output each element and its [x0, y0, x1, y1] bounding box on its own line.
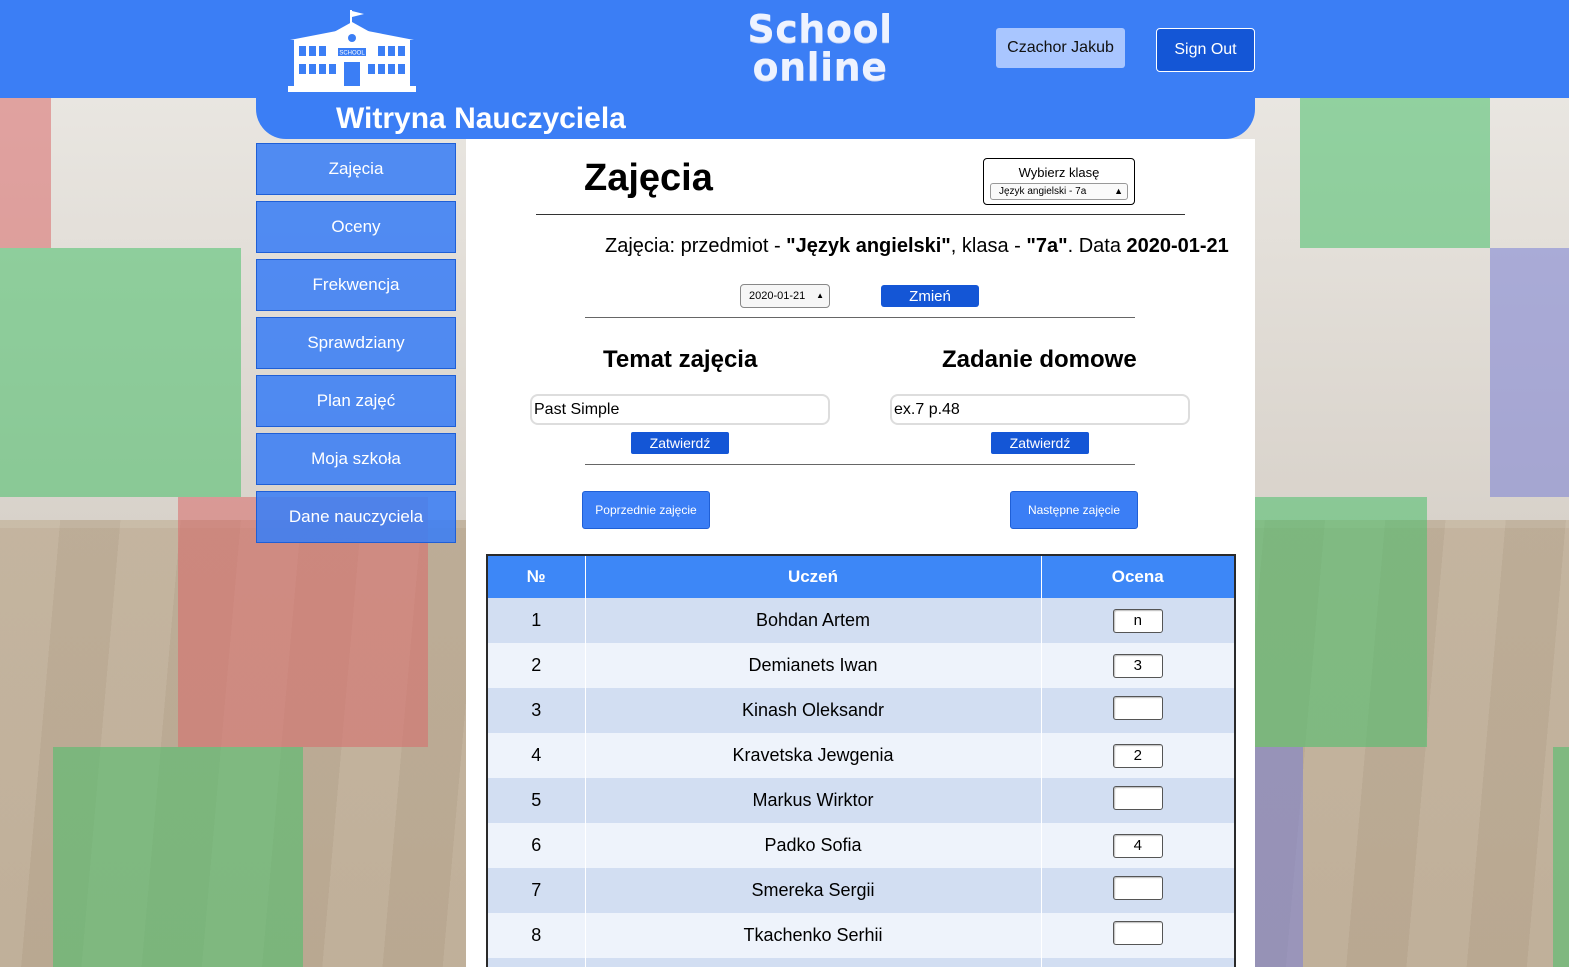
brand-line-1: School [747, 7, 893, 51]
bg-block [1255, 497, 1427, 747]
table-row: 6 Padko Sofia 4 [488, 823, 1234, 868]
row-number: 6 [488, 823, 586, 868]
class-picker: Wybierz klasę Język angielski - 7a ▲︎ [983, 158, 1135, 205]
row-number: 3 [488, 688, 586, 733]
info-date-prefix: . Data [1067, 235, 1127, 257]
row-number: 1 [488, 598, 586, 643]
select-arrows-icon: ▲︎ [816, 291, 824, 300]
grade-input[interactable] [1112, 696, 1163, 720]
row-number: 2 [488, 643, 586, 688]
bg-block [1300, 98, 1490, 248]
bg-block [0, 98, 51, 248]
date-select[interactable]: 2020-01-21 ▲︎ [740, 284, 830, 308]
sidebar-item-teacher-data[interactable]: Dane nauczyciela [256, 491, 456, 543]
main-panel: Zajęcia Wybierz klasę Język angielski - … [466, 139, 1255, 967]
student-name: Smereka Sergii [585, 868, 1042, 913]
bg-block [1553, 747, 1569, 967]
select-arrows-icon: ▲︎ [1114, 186, 1123, 196]
logo-text: SCHOOL [339, 51, 365, 57]
next-lesson-button[interactable]: Następne zajęcie [1010, 491, 1138, 529]
divider [585, 464, 1135, 465]
confirm-homework-button[interactable]: Zatwierdź [991, 432, 1089, 454]
grade-input[interactable]: n [1112, 608, 1163, 633]
class-select-value: Język angielski - 7a [999, 186, 1087, 197]
row-number: 8 [488, 913, 586, 958]
grade-input[interactable]: 4 [1112, 833, 1163, 858]
divider [536, 214, 1185, 215]
grade-input[interactable] [1112, 876, 1163, 900]
top-bar: SCHOOL School online Czachor Jakub Sign … [0, 0, 1569, 98]
row-number: 4 [488, 733, 586, 778]
column-header-number: № [488, 556, 586, 598]
sidebar-item-lessons[interactable]: Zajęcia [256, 143, 456, 195]
students-table: № Uczeń Ocena 1 Bohdan Artem n 2 Demiane… [486, 554, 1236, 967]
table-row: 7 Smereka Sergii [488, 868, 1234, 913]
info-prefix: Zajęcia: przedmiot - [605, 235, 787, 257]
table-row: 1 Bohdan Artem n [488, 598, 1234, 643]
user-name-button[interactable]: Czachor Jakub [996, 28, 1125, 68]
info-class: "7a" [1026, 235, 1068, 257]
grade-input[interactable]: 2 [1112, 743, 1163, 768]
student-name: Kravetska Jewgenia [585, 733, 1042, 778]
sidebar-item-tests[interactable]: Sprawdziany [256, 317, 456, 369]
bg-block [1490, 248, 1569, 497]
teacher-site-banner: Witryna Nauczyciela [256, 98, 1255, 139]
sidebar-item-grades[interactable]: Oceny [256, 201, 456, 253]
row-number: 5 [488, 778, 586, 823]
table-row: 4 Kravetska Jewgenia 2 [488, 733, 1234, 778]
info-subject: "Język angielski" [786, 235, 951, 257]
table-row: 5 Markus Wirktor [488, 778, 1234, 823]
student-name: Bohdan Artem [585, 598, 1042, 643]
student-name: Markus Wirktor [585, 778, 1042, 823]
lesson-info: Zajęcia: przedmiot - "Język angielski", … [605, 235, 1229, 258]
table-row: 2 Demianets Iwan 3 [488, 643, 1234, 688]
page-title: Zajęcia [584, 157, 713, 199]
class-picker-label: Wybierz klasę [1018, 165, 1100, 180]
change-date-button[interactable]: Zmień [881, 285, 979, 307]
brand-logo[interactable]: School online [740, 10, 900, 86]
grade-input[interactable] [1112, 786, 1163, 810]
teacher-site-title: Witryna Nauczyciela [336, 102, 626, 135]
column-header-student: Uczeń [585, 556, 1042, 598]
previous-lesson-button[interactable]: Poprzednie zajęcie [582, 491, 710, 529]
divider [585, 317, 1135, 318]
sidebar-nav: Zajęcia Oceny Frekwencja Sprawdziany Pla… [256, 143, 456, 549]
bg-block [0, 248, 241, 497]
sidebar-item-my-school[interactable]: Moja szkoła [256, 433, 456, 485]
homework-input[interactable] [890, 394, 1190, 425]
student-name: Padko Sofia [585, 823, 1042, 868]
homework-heading: Zadanie domowe [942, 346, 1137, 373]
student-name: Tkachenko Serhii [585, 913, 1042, 958]
grade-input[interactable] [1112, 921, 1163, 945]
info-date: 2020-01-21 [1126, 235, 1229, 257]
topic-heading: Temat zajęcia [603, 346, 758, 373]
table-row: 3 Kinash Oleksandr [488, 688, 1234, 733]
bg-block [1255, 747, 1303, 967]
info-mid: , klasa - [950, 235, 1027, 257]
column-header-grade: Ocena [1041, 556, 1234, 598]
student-name: Demianets Iwan [585, 643, 1042, 688]
grade-input[interactable]: 3 [1112, 653, 1163, 678]
topic-input[interactable] [530, 394, 830, 425]
sidebar-item-schedule[interactable]: Plan zajęć [256, 375, 456, 427]
sign-out-button[interactable]: Sign Out [1156, 28, 1255, 72]
table-row: 8 Tkachenko Serhii [488, 913, 1234, 958]
confirm-topic-button[interactable]: Zatwierdź [631, 432, 729, 454]
table-row [488, 958, 1234, 967]
row-number: 7 [488, 868, 586, 913]
bg-block [53, 747, 303, 967]
brand-line-2: online [752, 45, 888, 89]
sidebar-item-attendance[interactable]: Frekwencja [256, 259, 456, 311]
student-name: Kinash Oleksandr [585, 688, 1042, 733]
class-select[interactable]: Język angielski - 7a ▲︎ [990, 183, 1128, 200]
school-building-icon[interactable]: SCHOOL [286, 10, 418, 92]
date-select-value: 2020-01-21 [749, 290, 806, 302]
